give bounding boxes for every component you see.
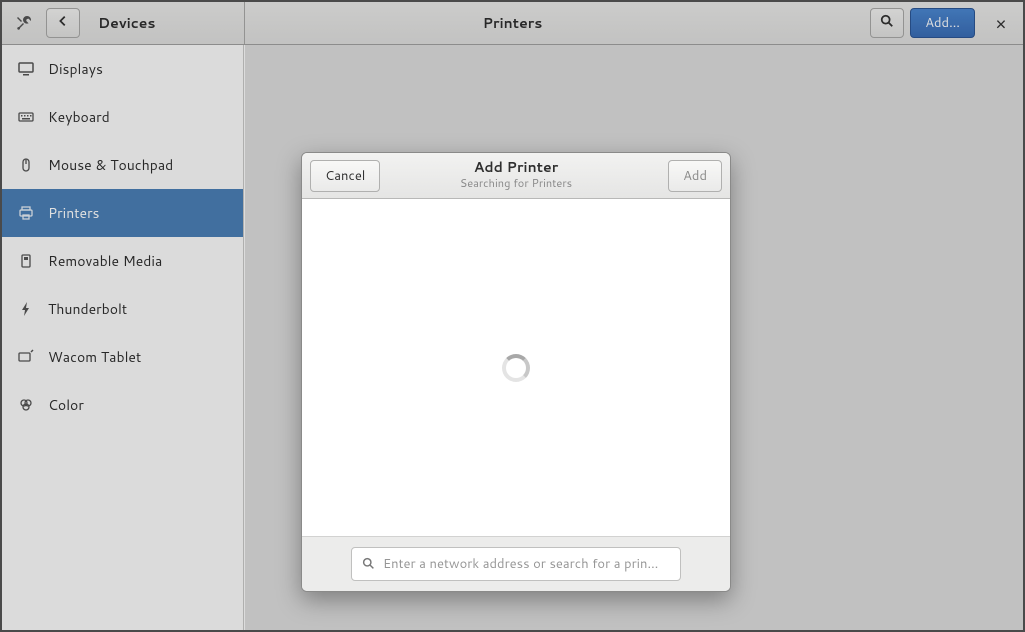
dialog-footer: [302, 536, 730, 591]
dialog-add-button: Add: [668, 160, 722, 192]
color-icon: [18, 397, 34, 413]
headerbar-right: Add… ×: [870, 8, 1023, 38]
sidebar-item-mouse[interactable]: Mouse & Touchpad: [2, 141, 243, 189]
sidebar-item-label: Color: [48, 395, 84, 415]
sidebar-item-removable-media[interactable]: Removable Media: [2, 237, 243, 285]
display-icon: [18, 61, 34, 77]
sidebar-item-color[interactable]: Color: [2, 381, 243, 429]
sidebar-item-label: Keyboard: [48, 107, 110, 127]
sidebar-item-label: Removable Media: [48, 251, 162, 271]
tablet-icon: [18, 349, 34, 365]
settings-tools-icon: [16, 14, 34, 32]
search-icon: [880, 14, 894, 33]
page-title: Printers: [483, 13, 543, 33]
add-button-label: Add…: [925, 14, 960, 32]
close-button[interactable]: ×: [987, 9, 1015, 37]
mouse-icon: [18, 157, 34, 173]
printer-search-field[interactable]: [351, 547, 681, 581]
printer-search-input[interactable]: [383, 555, 670, 573]
search-icon: [362, 553, 375, 576]
removable-media-icon: [18, 253, 34, 269]
dialog-add-label: Add: [683, 167, 707, 185]
close-icon: ×: [995, 10, 1006, 36]
sidebar-item-label: Displays: [48, 59, 103, 79]
sidebar-item-thunderbolt[interactable]: Thunderbolt: [2, 285, 243, 333]
add-printer-button[interactable]: Add…: [910, 8, 975, 38]
search-button[interactable]: [870, 8, 904, 38]
dialog-title: Add Printer: [460, 160, 572, 175]
keyboard-icon: [18, 109, 34, 125]
chevron-left-icon: [56, 14, 70, 33]
headerbar-divider: [244, 2, 245, 44]
dialog-cancel-label: Cancel: [325, 167, 365, 185]
sidebar-item-label: Thunderbolt: [48, 299, 127, 319]
dialog-header: Cancel Add Printer Searching for Printer…: [302, 153, 730, 199]
sidebar-item-printers[interactable]: Printers: [2, 189, 243, 237]
back-button[interactable]: [46, 8, 80, 38]
sidebar-item-label: Wacom Tablet: [48, 347, 141, 367]
printer-icon: [18, 205, 34, 221]
add-printer-dialog: Cancel Add Printer Searching for Printer…: [301, 152, 731, 592]
devices-label: Devices: [98, 13, 156, 33]
dialog-subtitle: Searching for Printers: [460, 175, 572, 191]
sidebar-item-label: Printers: [48, 203, 100, 223]
thunderbolt-icon: [18, 301, 34, 317]
headerbar: Devices Printers Add… ×: [2, 2, 1023, 45]
dialog-cancel-button[interactable]: Cancel: [310, 160, 380, 192]
sidebar-item-displays[interactable]: Displays: [2, 45, 243, 93]
loading-spinner-icon: [502, 354, 530, 382]
sidebar-item-wacom[interactable]: Wacom Tablet: [2, 333, 243, 381]
sidebar: Displays Keyboard Mouse & Touchpad Print…: [2, 45, 244, 630]
sidebar-item-keyboard[interactable]: Keyboard: [2, 93, 243, 141]
sidebar-item-label: Mouse & Touchpad: [48, 155, 173, 175]
dialog-title-box: Add Printer Searching for Printers: [460, 160, 572, 191]
headerbar-left: Devices: [2, 8, 156, 38]
dialog-body: [302, 199, 730, 536]
